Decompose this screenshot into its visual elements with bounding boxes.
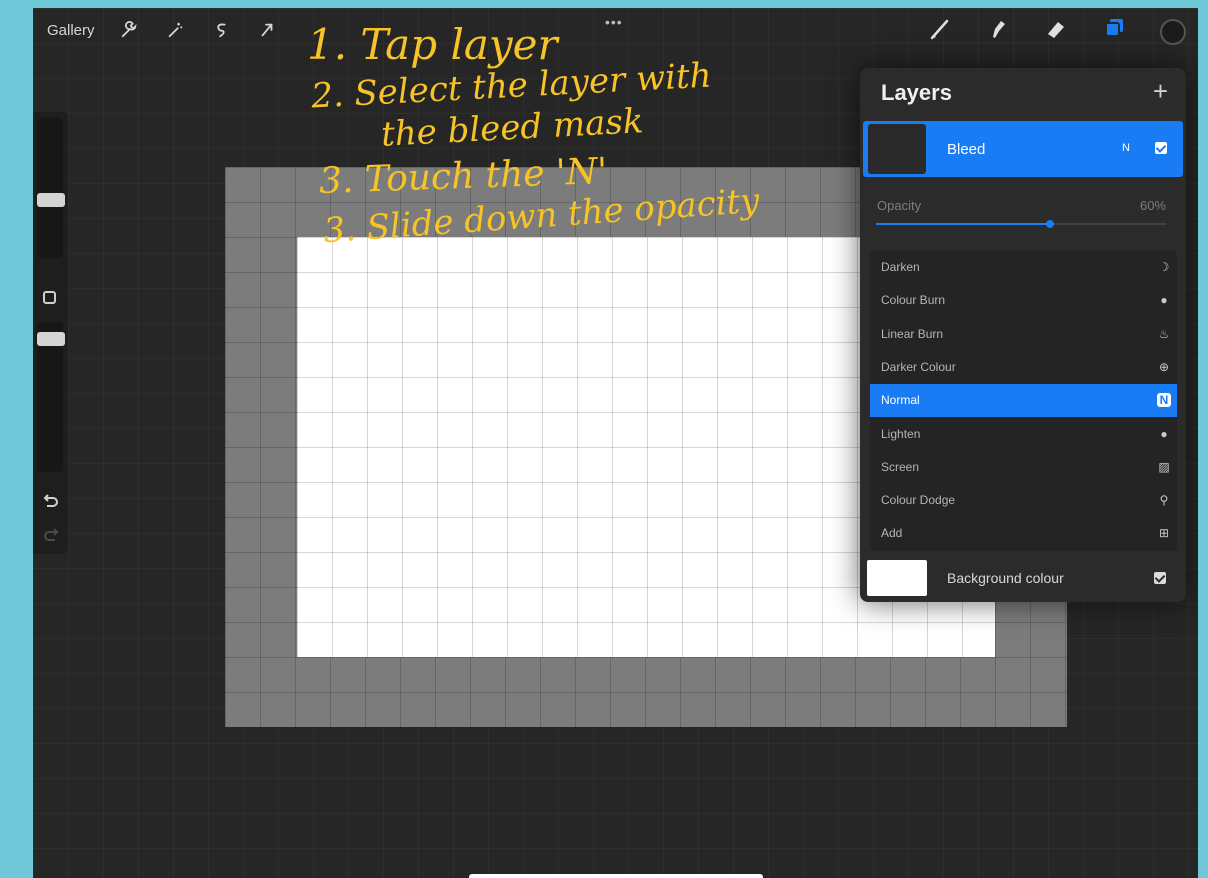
blend-mode-normal[interactable]: Normal N [870,384,1177,418]
plus-circle-icon: ⊕ [1158,359,1170,374]
layer-thumbnail[interactable] [868,124,926,174]
blend-mode-darken[interactable]: Darken ☽ [870,251,1177,284]
blend-mode-label: Screen [881,459,920,474]
background-thumbnail[interactable] [867,560,927,596]
blend-mode-label: Darker Colour [881,359,956,374]
procreate-screen: Gallery ••• 1. Tap layer 2. Select the l… [33,8,1198,878]
blend-mode-screen[interactable]: Screen ▨ [870,451,1177,484]
brush-icon[interactable] [928,17,952,46]
top-toolbar: Gallery ••• [33,8,1198,52]
n-icon: N [1157,393,1171,408]
selection-icon[interactable] [209,18,233,42]
wrench-icon[interactable] [117,18,141,42]
dodge-icon: ⚲ [1159,493,1169,508]
blend-mode-list: Darken ☽ Colour Burn ● Linear Burn ♨ Darker Co… [870,251,1177,551]
magic-wand-icon[interactable] [163,18,187,42]
blend-mode-label: Add [881,526,903,541]
blend-mode-button[interactable]: N [1122,142,1130,154]
burn-icon: ● [1160,293,1168,308]
undo-icon[interactable] [42,492,60,510]
blend-mode-label: Lighten [881,426,921,441]
blend-mode-label: Colour Burn [881,293,946,308]
moon-icon: ☽ [1158,260,1170,274]
blend-mode-add[interactable]: Add ⊞ [870,517,1177,550]
transform-arrow-icon[interactable] [255,18,279,42]
brush-size-thumb[interactable] [37,193,65,207]
dot-icon: ● [1160,426,1168,441]
blend-mode-label: Normal [881,393,920,408]
opacity-slider-fill [876,223,1050,225]
left-sidebar [33,112,68,554]
gallery-button[interactable]: Gallery [47,22,95,39]
opacity-slider-thumb[interactable] [1046,220,1054,228]
menu-dots[interactable]: ••• [605,14,623,30]
layer-name: Bleed [947,141,986,158]
color-swatch-icon[interactable] [1160,18,1186,45]
layers-title: Layers [881,80,952,105]
annotation-line-1: 1. Tap layer [307,20,558,69]
background-label: Background colour [947,570,1064,586]
add-layer-button[interactable]: + [1153,76,1168,107]
blend-mode-colour-burn[interactable]: Colour Burn ● [870,284,1177,317]
brush-size-slider[interactable] [37,118,63,258]
plus-square-icon: ⊞ [1158,526,1170,541]
opacity-value: 60% [1139,198,1166,213]
modify-button[interactable] [43,291,56,304]
blend-mode-label: Linear Burn [881,326,944,341]
blend-mode-linear-burn[interactable]: Linear Burn ♨ [870,318,1177,351]
flame-icon: ♨ [1158,326,1170,341]
background-visibility-checkbox[interactable] [1154,572,1166,584]
blend-mode-colour-dodge[interactable]: Colour Dodge ⚲ [870,484,1177,517]
hatch-icon: ▨ [1158,459,1170,474]
layers-panel: Layers + Bleed N Opacity 60% Darken ☽ Colo… [860,68,1186,602]
smudge-icon[interactable] [986,17,1010,46]
blend-mode-label: Darken [881,260,920,274]
eraser-icon[interactable] [1044,17,1068,46]
blend-mode-lighten[interactable]: Lighten ● [870,418,1177,451]
layer-row-bleed[interactable]: Bleed N [863,121,1183,177]
home-indicator [469,874,763,878]
opacity-slider-track[interactable] [876,220,1166,228]
layers-icon[interactable] [1102,17,1126,46]
blend-mode-darker-colour[interactable]: Darker Colour ⊕ [870,351,1177,384]
redo-icon[interactable] [42,526,60,544]
blend-mode-label: Colour Dodge [881,493,956,508]
background-layer-row[interactable]: Background colour [860,560,1186,602]
opacity-label: Opacity [877,198,922,213]
layer-visibility-checkbox[interactable] [1155,142,1167,154]
opacity-thumb[interactable] [37,332,65,346]
